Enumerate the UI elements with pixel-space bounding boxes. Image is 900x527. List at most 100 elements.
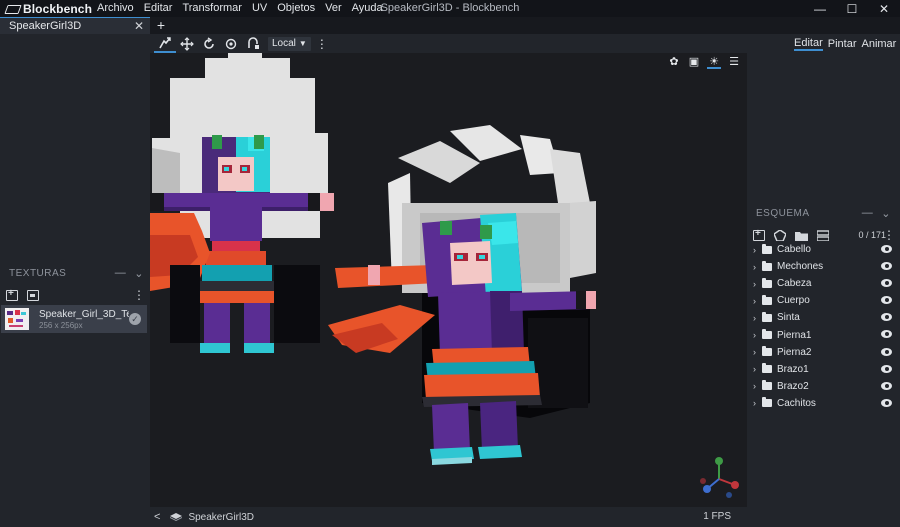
window-controls: — ☐ ✕ [804,0,900,17]
add-group-icon[interactable] [795,230,808,241]
eye-icon[interactable] [881,364,892,373]
chevron-down-icon[interactable]: ⌄ [134,267,144,280]
project-cube-icon [170,513,183,521]
tab-speakergirl3d[interactable]: SpeakerGirl3D ✕ [0,17,150,34]
folder-icon [762,363,772,374]
y-axis-icon [715,457,723,465]
group-label: Cuerpo [777,295,810,307]
outliner-group-brazo2[interactable]: › Brazo2 [747,378,900,395]
new-tab-button[interactable]: + [150,17,172,34]
chevron-right-icon[interactable]: › [753,330,762,340]
outliner-group-mechones[interactable]: › Mechones [747,258,900,275]
outliner-group-cuerpo[interactable]: › Cuerpo [747,292,900,309]
left-sidebar-empty-area [0,34,150,262]
rotate-icon[interactable] [198,34,220,53]
transform-space-select[interactable]: Local ▼ [268,36,311,51]
outliner-list: › Cabello › Mechones › Cabeza › Cuerpo ›… [747,241,900,412]
close-window-button[interactable]: ✕ [868,0,900,17]
group-label: Pierna1 [777,329,812,341]
resize-icon[interactable] [176,34,198,53]
chevron-right-icon[interactable]: › [753,262,762,272]
mode-tab-animar[interactable]: Animar [862,38,897,50]
outliner-group-brazo1[interactable]: › Brazo1 [747,361,900,378]
3d-viewport[interactable]: ✿ ▣ ☀ ☰ [150,53,747,507]
outliner-group-cachitos[interactable]: › Cachitos [747,395,900,412]
menu-archivo[interactable]: Archivo [92,0,139,17]
x-axis-icon [731,481,739,489]
title-bar: Blockbench Archivo Editar Transformar UV… [0,0,900,17]
collapse-all-icon[interactable] [817,229,829,241]
hamburger-icon[interactable]: ☰ [727,55,741,69]
z-axis-icon [703,485,711,493]
folder-icon [762,277,772,288]
chevron-right-icon[interactable]: › [753,347,762,357]
chevron-right-icon[interactable]: › [753,245,762,255]
add-cube-icon[interactable] [753,228,765,241]
outliner-group-cabello[interactable]: › Cabello [747,241,900,258]
mode-tab-editar[interactable]: Editar [794,37,823,51]
close-tab-icon[interactable]: ✕ [134,19,144,33]
eye-icon[interactable] [881,347,892,356]
outliner-group-cabeza[interactable]: › Cabeza [747,275,900,292]
screenshot-icon[interactable]: ▣ [687,55,701,69]
menu-ayuda[interactable]: Ayuda [347,0,388,17]
chevron-left-icon[interactable]: < [154,511,160,523]
minimize-panel-icon[interactable]: — [862,207,874,220]
app-logo: Blockbench [0,2,92,16]
minimize-panel-icon[interactable]: — [115,267,127,280]
eye-icon[interactable] [881,313,892,322]
folder-icon [762,311,772,322]
outliner-group-sinta[interactable]: › Sinta [747,309,900,326]
texture-name: Speaker_Girl_3D_Texture [39,308,129,320]
import-texture-icon[interactable] [27,289,39,301]
mode-switcher: Editar Pintar Animar [747,34,900,53]
chevron-down-icon[interactable]: ⌄ [881,207,891,220]
chevron-right-icon[interactable]: › [753,398,762,408]
eye-icon[interactable] [881,279,892,288]
left-sidebar: TEXTURAS — ⌄ ⋮ Speaker_Girl_3D_Texture 2… [0,34,150,527]
group-label: Brazo1 [777,363,809,375]
maximize-button[interactable]: ☐ [836,0,868,17]
outliner-group-pierna2[interactable]: › Pierna2 [747,344,900,361]
vertex-snap-icon[interactable] [242,34,264,53]
chevron-right-icon[interactable]: › [753,313,762,323]
more-options-icon[interactable]: ⋮ [133,286,145,304]
chevron-right-icon[interactable]: › [753,279,762,289]
voxel-character-3d [328,125,596,465]
eye-icon[interactable] [881,262,892,271]
textures-panel-title: TEXTURAS [9,267,67,279]
render-mode-icon[interactable]: ✿ [667,55,681,69]
menu-editar[interactable]: Editar [139,0,178,17]
menu-ver[interactable]: Ver [320,0,347,17]
add-mesh-icon[interactable] [774,229,786,241]
outliner-panel-title: ESQUEMA [756,207,810,219]
folder-icon [762,380,772,391]
add-texture-icon[interactable] [6,288,18,301]
eye-icon[interactable] [881,330,892,339]
folder-icon [762,329,772,340]
eye-icon[interactable] [881,245,892,253]
chevron-right-icon[interactable]: › [753,296,762,306]
sun-icon[interactable]: ☀ [707,55,721,69]
eye-icon[interactable] [881,296,892,305]
menu-uv[interactable]: UV [247,0,272,17]
minimize-button[interactable]: — [804,0,836,17]
chevron-right-icon[interactable]: › [753,381,762,391]
move-icon[interactable] [154,34,176,53]
eye-icon[interactable] [881,381,892,390]
outliner-group-pierna1[interactable]: › Pierna1 [747,326,900,343]
mode-tab-pintar[interactable]: Pintar [828,38,857,50]
check-icon: ✓ [129,313,141,325]
menu-objetos[interactable]: Objetos [272,0,320,17]
eye-icon[interactable] [881,398,892,407]
axis-gizmo[interactable] [697,455,741,499]
more-options-icon[interactable]: ⋮ [316,37,328,51]
pivot-icon[interactable] [220,34,242,53]
chevron-right-icon[interactable]: › [753,364,762,374]
group-label: Sinta [777,312,800,324]
folder-icon [762,346,772,357]
folder-icon [762,294,772,305]
menu-transformar[interactable]: Transformar [177,0,247,17]
project-name: SpeakerGirl3D [188,511,255,523]
texture-item[interactable]: Speaker_Girl_3D_Texture 256 x 256px ✓ [1,305,147,333]
